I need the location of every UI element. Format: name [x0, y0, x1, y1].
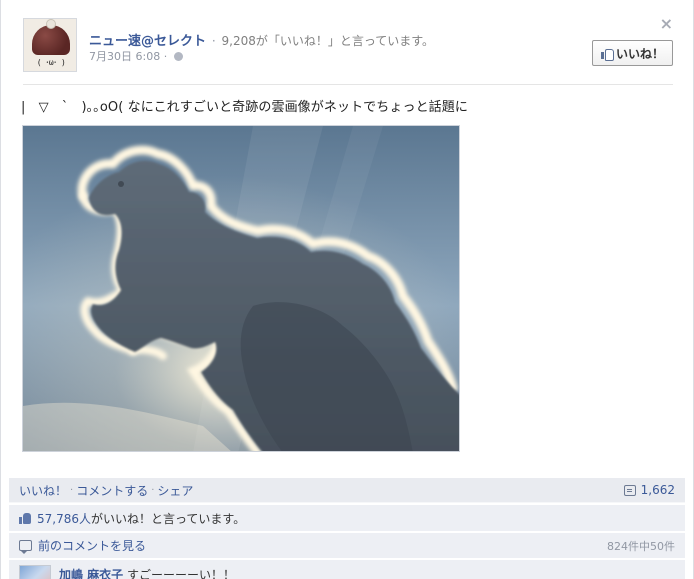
thumbs-up-icon	[600, 48, 614, 61]
globe-icon	[173, 52, 183, 61]
hat-pompom	[46, 19, 56, 29]
comment-action-link[interactable]: コメントする	[76, 482, 148, 499]
page-name-link[interactable]: ニュー速@セレクト	[89, 34, 206, 49]
post-meta: 7月30日 6:08 ·	[89, 48, 183, 64]
like-page-button-label: いいね！	[615, 46, 664, 61]
post-action-bar: いいね！ · コメントする · シェア 1,662	[9, 478, 685, 503]
meta-separator: ·	[163, 50, 168, 63]
close-icon[interactable]: ×	[660, 16, 673, 32]
commenter-name-link[interactable]: 加嶋 麻衣子	[59, 568, 123, 579]
comment-count-of-total: 824件中50件	[607, 539, 675, 553]
comment-bubble-icon	[623, 484, 636, 496]
view-previous-comments-link[interactable]: 前のコメントを見る	[38, 537, 146, 554]
thumbs-up-icon	[19, 512, 31, 524]
header-separator: ·	[211, 34, 216, 48]
like-action-link[interactable]: いいね！	[19, 482, 67, 499]
commenter-avatar[interactable]	[19, 565, 51, 579]
comment-count-value: 1,662	[640, 483, 675, 497]
likes-suffix: がいいね！と言っています。	[91, 511, 246, 526]
comment-count-link[interactable]: 1,662	[623, 483, 675, 497]
like-page-button[interactable]: いいね！	[591, 40, 673, 66]
cloud-horse-photo	[23, 126, 459, 451]
page-likes-summary: 9,208が「いいね！」と言っています。	[221, 34, 435, 48]
previous-comments-row: 前のコメントを見る 824件中50件	[9, 533, 685, 558]
post-header: ニュー速@セレクト · 9,208が「いいね！」と言っています。	[89, 30, 434, 49]
comment-item: 加嶋 麻衣子 すごーーーーい！！	[9, 560, 685, 579]
chat-icon	[19, 540, 32, 554]
likes-summary-row: 57,786人がいいね！と言っています。	[9, 505, 685, 531]
avatar-face-text: ( ･ω･ )	[36, 58, 66, 67]
page-avatar[interactable]: ( ･ω･ )	[23, 18, 77, 72]
action-separator: ·	[70, 484, 74, 496]
likes-count-link[interactable]: 57,786人	[37, 512, 91, 526]
facebook-post: × ( ･ω･ ) ニュー速@セレクト · 9,208が「いいね！」と言っていま…	[0, 0, 694, 579]
share-action-link[interactable]: シェア	[157, 482, 193, 499]
knit-hat-image	[32, 25, 70, 55]
comment-text: すごーーーーい！！	[127, 568, 236, 579]
action-separator: ·	[151, 484, 155, 496]
post-message: | ▽ ` )｡｡oO( なにこれすごいと奇跡の雲画像がネットでちょっと話題に	[21, 100, 468, 115]
header-divider	[23, 84, 673, 85]
post-date-link[interactable]: 7月30日 6:08	[89, 50, 160, 63]
post-photo[interactable]	[22, 125, 460, 452]
